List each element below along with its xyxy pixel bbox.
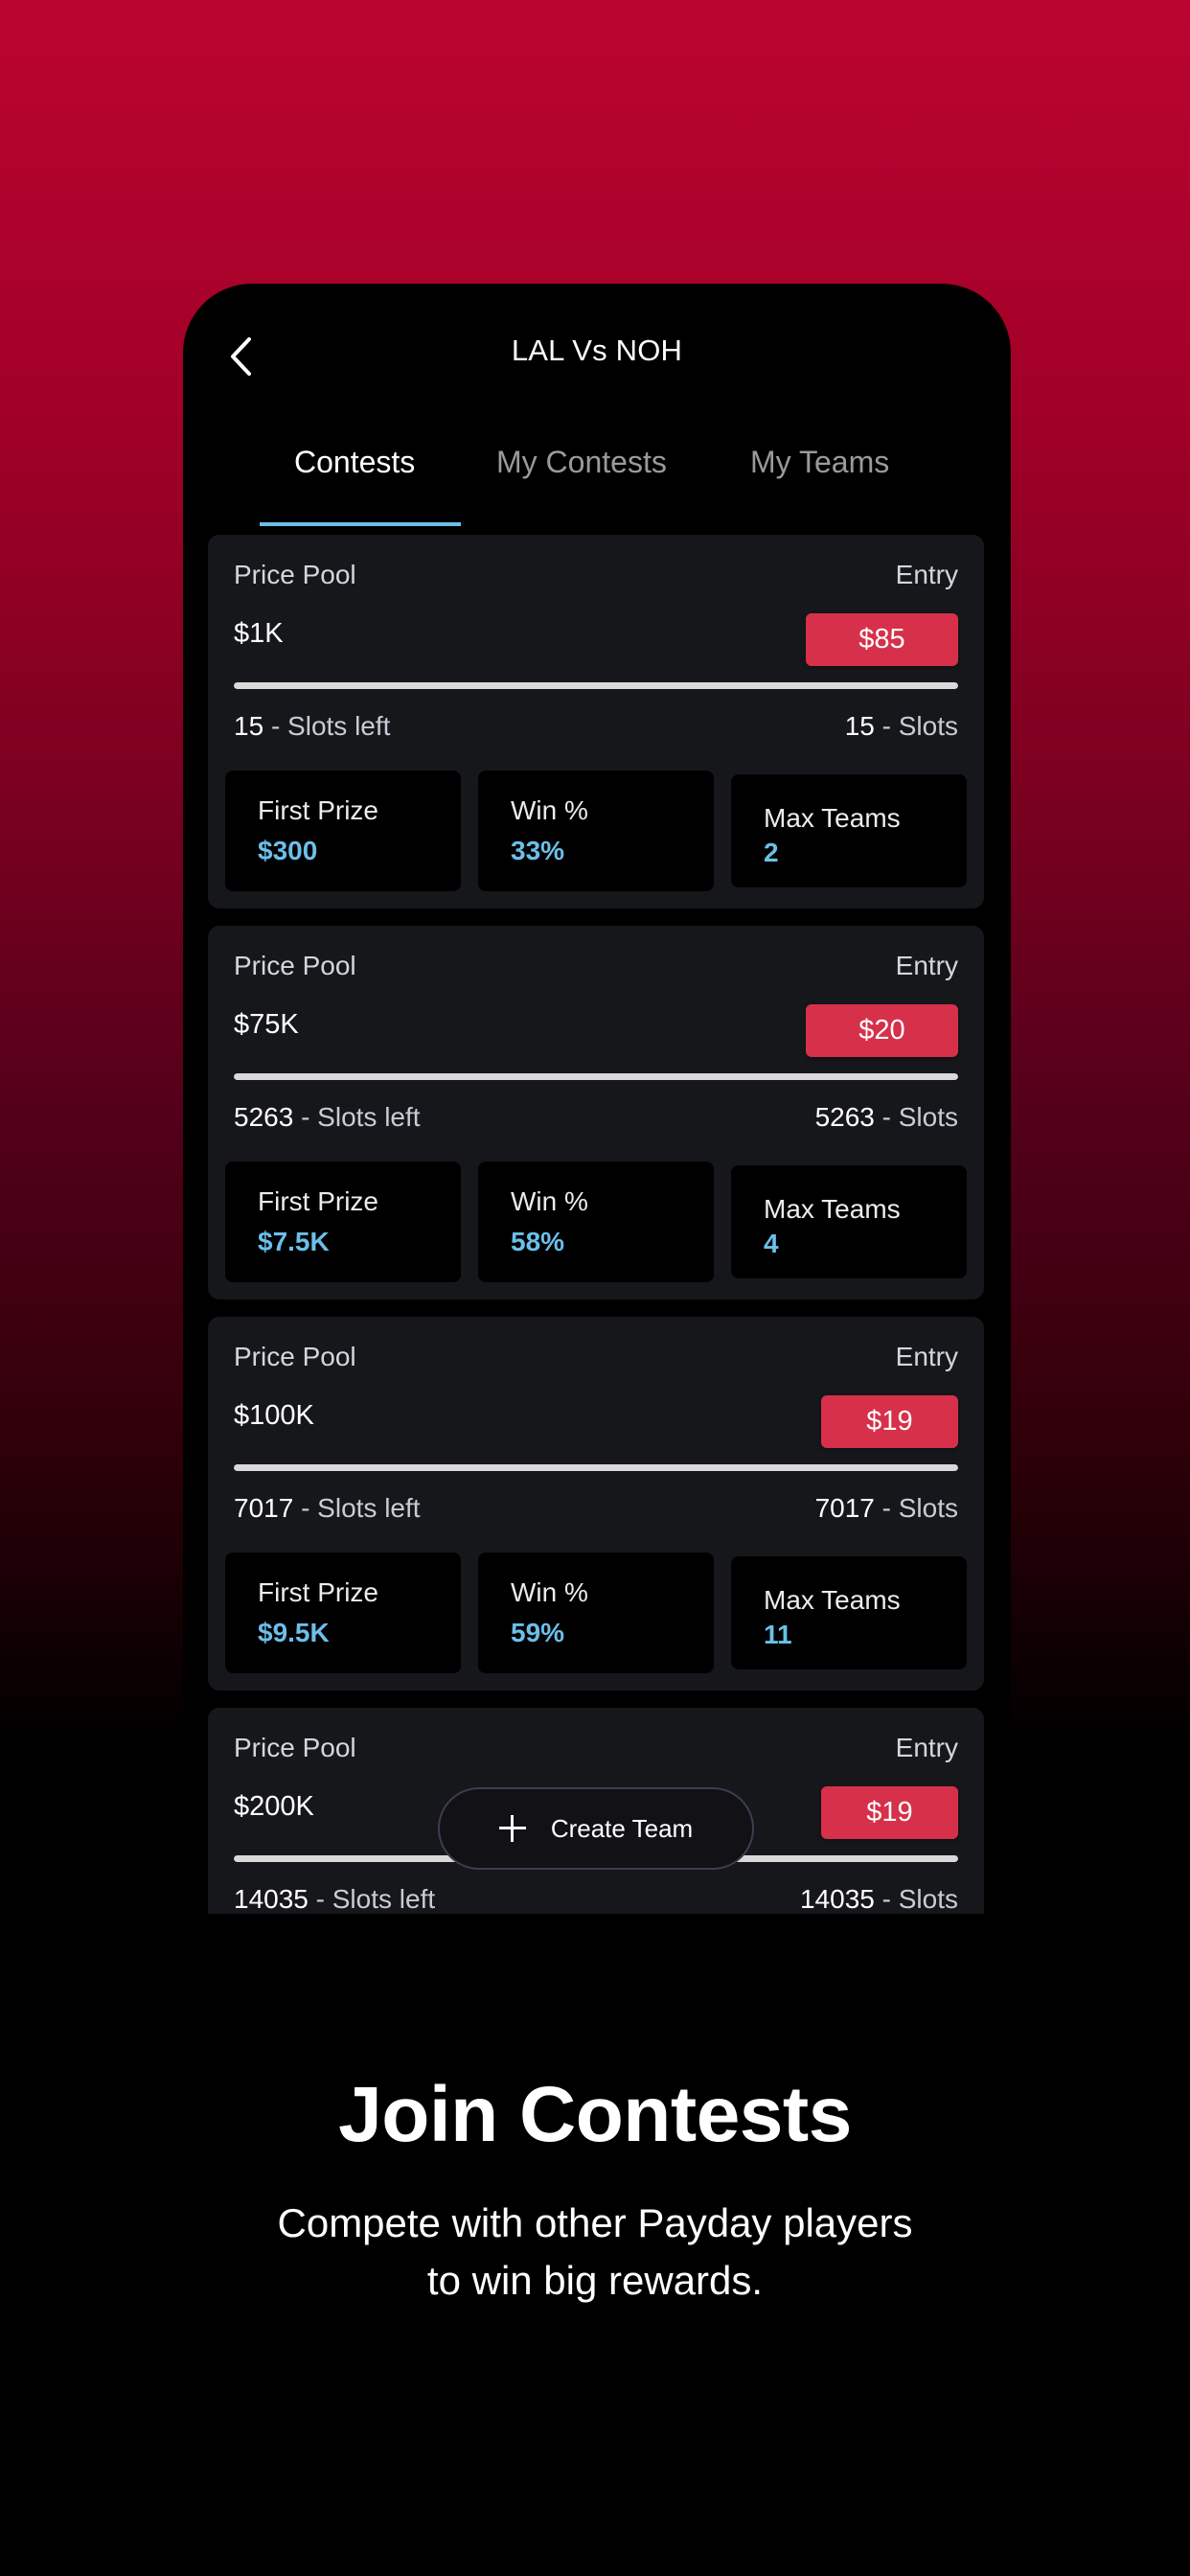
first-prize-box: First Prize $300: [225, 770, 461, 891]
page-title: LAL Vs NOH: [511, 334, 683, 367]
win-pct-box: Win % 33%: [478, 770, 714, 891]
win-pct-box: Win % 58%: [478, 1162, 714, 1282]
slots-total-count: 5263: [814, 1102, 875, 1132]
entry-fee-button[interactable]: $20: [806, 1004, 958, 1057]
max-teams-label: Max Teams: [764, 803, 901, 833]
promo-subtitle-line-2: to win big rewards.: [426, 2258, 764, 2303]
first-prize-label: First Prize: [258, 1577, 378, 1607]
slots-left-count: 5263: [234, 1102, 294, 1132]
slots-left: 7017 - Slots left: [234, 1493, 421, 1524]
slots-total-count: 15: [844, 711, 875, 741]
price-pool-label: Price Pool: [234, 1733, 356, 1762]
slots-left-label: - Slots left: [301, 1102, 421, 1132]
active-tab-indicator: [260, 522, 461, 526]
slots-total: 14035 - Slots: [800, 1884, 958, 1914]
create-team-button[interactable]: Create Team: [438, 1787, 754, 1870]
tab-bar: Contests My Contests My Teams: [183, 437, 1011, 529]
max-teams-box: Max Teams 2: [731, 774, 967, 887]
tab-my-contests[interactable]: My Contests: [496, 445, 667, 480]
win-pct-value: 33%: [511, 836, 565, 865]
slots-left-count: 14035: [234, 1884, 309, 1914]
tab-contests[interactable]: Contests: [294, 445, 415, 480]
first-prize-value: $300: [258, 836, 318, 865]
entry-label: Entry: [895, 1733, 958, 1762]
price-pool-value: $1K: [234, 618, 284, 649]
slots-left: 5263 - Slots left: [234, 1102, 421, 1133]
slots-progress-bar: [234, 1464, 958, 1471]
slots-total: 15 - Slots: [845, 711, 958, 742]
slots-left: 14035 - Slots left: [234, 1884, 435, 1914]
slots-total-label: - Slots: [881, 1884, 958, 1914]
win-pct-label: Win %: [511, 1577, 588, 1607]
win-pct-label: Win %: [511, 1186, 588, 1216]
max-teams-value: 2: [764, 838, 779, 867]
entry-label: Entry: [895, 560, 958, 589]
slots-left-count: 15: [234, 711, 264, 741]
promo-subtitle-line-1: Compete with other Payday players: [277, 2200, 913, 2245]
first-prize-label: First Prize: [258, 1186, 378, 1216]
first-prize-value: $9.5K: [258, 1618, 330, 1647]
first-prize-value: $7.5K: [258, 1227, 330, 1256]
tab-my-teams[interactable]: My Teams: [750, 445, 889, 480]
slots-total-count: 14035: [799, 1884, 875, 1914]
slots-total-label: - Slots: [881, 711, 958, 741]
promo-title: Join Contests: [338, 2071, 852, 2158]
promo-subtitle: Compete with other Payday players to win…: [0, 2195, 1190, 2310]
contest-card[interactable]: Price Pool Entry $100K $19 7017 - Slots …: [208, 1317, 984, 1690]
slots-total: 7017 - Slots: [815, 1493, 958, 1524]
slots-total-label: - Slots: [881, 1102, 958, 1132]
slots-progress-bar: [234, 1073, 958, 1080]
slots-left-label: - Slots left: [301, 1493, 421, 1523]
slots-left-label: - Slots left: [270, 711, 391, 741]
win-pct-box: Win % 59%: [478, 1552, 714, 1673]
slots-progress-fill: [234, 1073, 958, 1080]
slots-left: 15 - Slots left: [234, 711, 390, 742]
contest-card[interactable]: Price Pool Entry $75K $20 5263 - Slots l…: [208, 926, 984, 1300]
slots-total-count: 7017: [814, 1493, 875, 1523]
price-pool-value: $200K: [234, 1791, 314, 1822]
contest-list[interactable]: Price Pool Entry $1K $85 15 - Slots left…: [208, 535, 984, 1914]
slots-progress-fill: [234, 682, 958, 689]
price-pool-label: Price Pool: [234, 1342, 356, 1371]
plus-icon: [498, 1815, 526, 1842]
price-pool-value: $75K: [234, 1009, 299, 1040]
max-teams-label: Max Teams: [764, 1585, 901, 1615]
max-teams-value: 11: [764, 1620, 792, 1649]
entry-label: Entry: [895, 1342, 958, 1371]
slots-progress-bar: [234, 682, 958, 689]
slots-total: 5263 - Slots: [815, 1102, 958, 1133]
win-pct-label: Win %: [511, 795, 588, 825]
max-teams-label: Max Teams: [764, 1194, 901, 1224]
price-pool-value: $100K: [234, 1400, 314, 1431]
slots-left-label: - Slots left: [315, 1884, 436, 1914]
win-pct-value: 58%: [511, 1227, 565, 1256]
contest-card[interactable]: Price Pool Entry $1K $85 15 - Slots left…: [208, 535, 984, 908]
entry-label: Entry: [895, 951, 958, 980]
entry-fee-button[interactable]: $19: [821, 1786, 958, 1839]
price-pool-label: Price Pool: [234, 560, 356, 589]
max-teams-value: 4: [764, 1229, 779, 1258]
create-team-label: Create Team: [550, 1813, 694, 1843]
price-pool-label: Price Pool: [234, 951, 356, 980]
entry-fee-button[interactable]: $19: [821, 1395, 958, 1448]
win-pct-value: 59%: [511, 1618, 565, 1647]
slots-left-count: 7017: [234, 1493, 294, 1523]
entry-fee-button[interactable]: $85: [806, 613, 958, 666]
first-prize-label: First Prize: [258, 795, 378, 825]
first-prize-box: First Prize $7.5K: [225, 1162, 461, 1282]
first-prize-box: First Prize $9.5K: [225, 1552, 461, 1673]
slots-total-label: - Slots: [881, 1493, 958, 1523]
max-teams-box: Max Teams 11: [731, 1556, 967, 1669]
max-teams-box: Max Teams 4: [731, 1165, 967, 1278]
slots-progress-fill: [234, 1464, 958, 1471]
